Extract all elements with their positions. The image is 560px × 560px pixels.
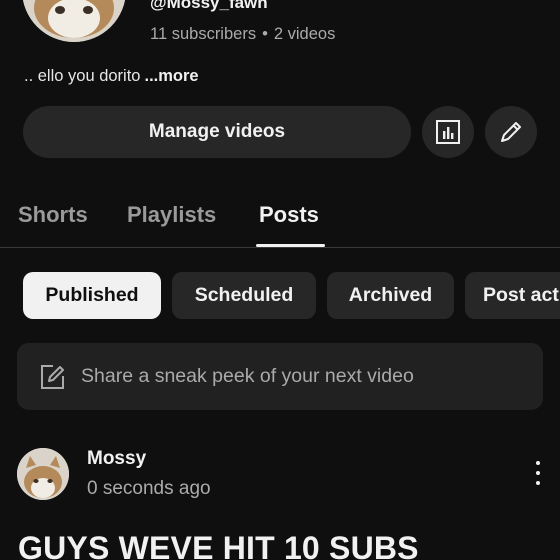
more-link[interactable]: ...more <box>144 67 198 85</box>
bio-text: .. ello you dorito <box>24 67 141 85</box>
subscriber-count: 11 subscribers <box>150 25 257 43</box>
cat-avatar-image <box>22 0 126 42</box>
post-timestamp: 0 seconds ago <box>87 478 211 499</box>
composer-placeholder: Share a sneak peek of your next video <box>81 365 414 387</box>
tab-posts[interactable]: Posts <box>259 202 319 228</box>
kebab-dot <box>536 481 540 485</box>
manage-videos-button[interactable]: Manage videos <box>23 106 411 158</box>
cat-avatar-image <box>17 448 69 500</box>
post-more-options-button[interactable] <box>528 458 548 488</box>
filter-published[interactable]: Published <box>23 272 161 319</box>
analytics-button[interactable] <box>422 106 474 158</box>
pencil-icon <box>501 122 521 142</box>
tab-shorts[interactable]: Shorts <box>18 202 88 228</box>
edit-channel-button[interactable] <box>485 106 537 158</box>
post-body-text: GUYS WEVE HIT 10 SUBS <box>18 530 419 560</box>
channel-avatar[interactable] <box>22 0 126 42</box>
channel-stats: 11 subscribers • 2 videos <box>150 25 335 44</box>
channel-tabs: Shorts Playlists Posts <box>0 190 560 248</box>
post-author-name[interactable]: Mossy <box>87 448 146 470</box>
post-author-avatar[interactable] <box>17 448 69 500</box>
video-count: 2 videos <box>273 25 336 43</box>
post-composer[interactable]: Share a sneak peek of your next video <box>17 343 543 410</box>
kebab-dot <box>536 461 540 465</box>
kebab-dot <box>536 471 540 475</box>
tab-playlists[interactable]: Playlists <box>127 202 216 228</box>
stats-separator: • <box>262 25 268 43</box>
filter-post-activity[interactable]: Post act <box>465 272 560 319</box>
channel-description[interactable]: .. ello you dorito ...more <box>24 67 199 86</box>
tabs-divider <box>0 247 560 248</box>
channel-handle: @Mossy_fawn <box>150 0 268 12</box>
filter-scheduled[interactable]: Scheduled <box>172 272 316 319</box>
bar-chart-icon <box>436 120 460 144</box>
filter-archived[interactable]: Archived <box>327 272 454 319</box>
edit-square-icon <box>41 364 64 389</box>
